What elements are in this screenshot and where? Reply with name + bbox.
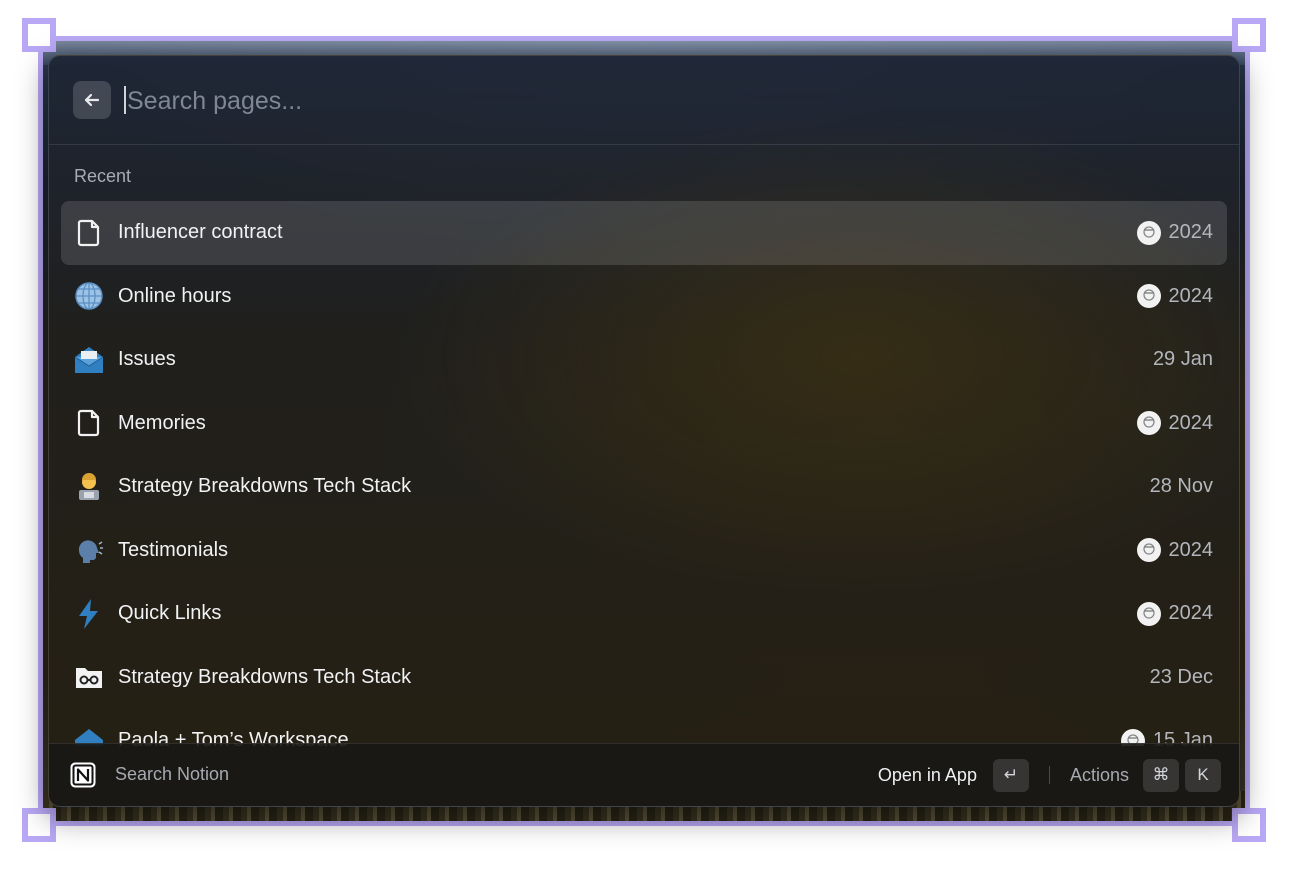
item-date: 29 Jan xyxy=(1152,348,1213,371)
list-item[interactable]: Online hours 2024 xyxy=(61,265,1227,329)
item-title: Influencer contract xyxy=(118,221,283,244)
enter-key-hint: ↵ xyxy=(992,758,1029,792)
item-title: Quick Links xyxy=(118,602,222,625)
list-item[interactable]: Paola + Tom’s Workspace 15 Jan xyxy=(61,709,1227,746)
section-header-recent: Recent xyxy=(74,166,132,186)
divider xyxy=(1048,766,1050,784)
back-button[interactable] xyxy=(73,81,111,119)
avatar xyxy=(1136,411,1161,436)
resize-handle-bottom-left[interactable] xyxy=(22,808,56,842)
k-key-hint: K xyxy=(1185,758,1221,792)
action-bar: Search Notion Open in App ↵ Actions ⌘ K xyxy=(49,743,1239,806)
globe-icon xyxy=(73,280,105,312)
footer-actions: Open in App ↵ Actions ⌘ K xyxy=(878,758,1221,792)
item-title: Strategy Breakdowns Tech Stack xyxy=(118,665,412,688)
resize-handle-top-right[interactable] xyxy=(1232,18,1266,52)
list-item[interactable]: Quick Links 2024 xyxy=(61,582,1227,646)
envelope-open-icon xyxy=(73,344,105,376)
resize-handle-bottom-right[interactable] xyxy=(1232,808,1266,842)
item-date: 2024 xyxy=(1168,602,1214,625)
list-item[interactable]: Memories 2024 xyxy=(61,392,1227,456)
command-key-hint: ⌘ xyxy=(1143,758,1179,792)
speaking-head-icon xyxy=(73,534,105,566)
item-title: Memories xyxy=(118,411,206,434)
list-item[interactable]: Influencer contract 2024 xyxy=(61,201,1227,265)
item-date: 2024 xyxy=(1168,538,1214,561)
command-palette-window: Recent Influencer contract 2024 Online h… xyxy=(48,55,1240,807)
item-title: Strategy Breakdowns Tech Stack xyxy=(118,475,412,498)
lightning-icon xyxy=(73,598,105,630)
arrow-left-icon xyxy=(84,93,100,107)
avatar xyxy=(1136,284,1161,309)
avatar xyxy=(1136,601,1161,626)
item-date: 2024 xyxy=(1168,284,1214,307)
results-list: Influencer contract 2024 Online hours 20… xyxy=(61,201,1227,746)
technologist-emoji-icon xyxy=(73,471,105,503)
folder-glasses-icon xyxy=(73,661,105,693)
item-date: 28 Nov xyxy=(1149,475,1213,498)
resize-handle-top-left[interactable] xyxy=(22,18,56,52)
actions-button[interactable]: Actions xyxy=(1070,765,1129,786)
open-in-app-button[interactable]: Open in App xyxy=(878,765,977,786)
document-icon xyxy=(73,407,105,439)
list-item[interactable]: Testimonials 2024 xyxy=(61,519,1227,583)
avatar xyxy=(1136,538,1161,563)
item-date: 2024 xyxy=(1168,411,1214,434)
extension-name: Search Notion xyxy=(115,764,230,784)
notion-logo-icon xyxy=(69,761,97,789)
search-bar xyxy=(49,56,1239,145)
item-title: Online hours xyxy=(118,284,232,307)
list-item[interactable]: Issues 29 Jan xyxy=(61,328,1227,392)
search-input[interactable] xyxy=(125,80,1029,122)
list-item[interactable]: Strategy Breakdowns Tech Stack 28 Nov xyxy=(61,455,1227,519)
document-icon xyxy=(73,217,105,249)
avatar xyxy=(1136,220,1161,245)
list-item[interactable]: Strategy Breakdowns Tech Stack 23 Dec xyxy=(61,646,1227,710)
item-title: Testimonials xyxy=(118,538,229,561)
item-title: Issues xyxy=(118,348,176,371)
item-date: 23 Dec xyxy=(1149,665,1213,688)
item-date: 2024 xyxy=(1168,221,1214,244)
